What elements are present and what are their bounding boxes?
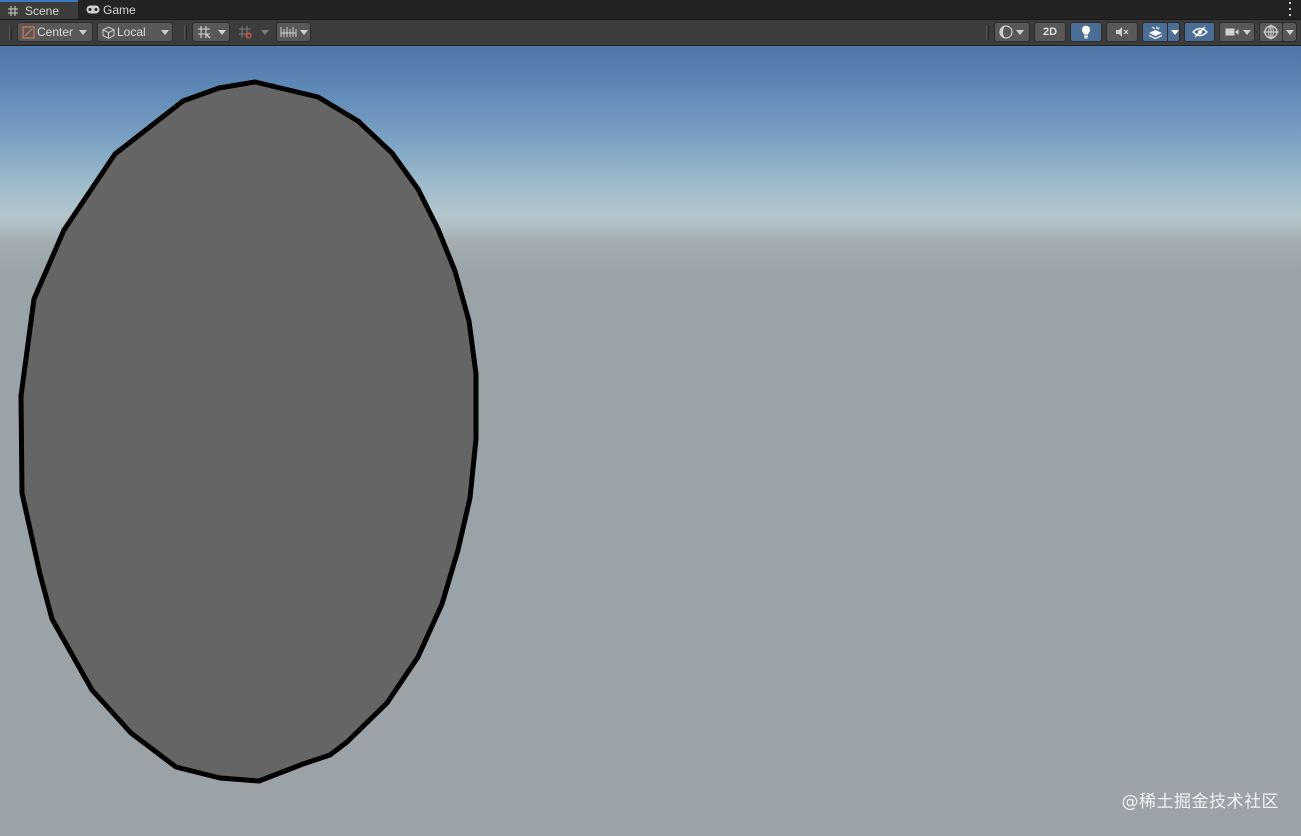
effects-dropdown[interactable] <box>1142 22 1180 42</box>
camera-icon <box>1225 27 1239 37</box>
scene-toolbar: Center Local 2D <box>0 20 1301 46</box>
more-options-icon[interactable] <box>1287 2 1293 16</box>
chevron-down-icon <box>261 29 269 35</box>
unity-scene-view: Scene Game Center Local 2D @稀土掘金技术社区 <box>0 0 1301 836</box>
pivot-mode-dropdown[interactable]: Center <box>17 22 93 42</box>
audio-toggle-button[interactable] <box>1106 22 1138 42</box>
effects-layers-icon <box>1148 26 1163 39</box>
local-cube-icon <box>102 25 115 39</box>
toolbar-grip[interactable] <box>184 25 187 40</box>
selected-disc-object[interactable] <box>0 46 1301 836</box>
grid-snap-icon <box>197 25 212 39</box>
gamepad-icon <box>86 4 100 16</box>
tab-scene-label: Scene <box>25 3 60 18</box>
pivot-center-icon <box>22 25 35 39</box>
eye-hidden-icon <box>1191 26 1208 38</box>
chevron-down-icon <box>1286 29 1294 35</box>
disc-mesh[interactable] <box>18 79 479 784</box>
chevron-down-icon <box>300 29 308 35</box>
scene-viewport[interactable]: @稀土掘金技术社区 <box>0 46 1301 836</box>
pivot-rotation-label: Local <box>117 25 146 39</box>
camera-settings-dropdown[interactable] <box>1219 22 1255 42</box>
grid-visibility-button[interactable] <box>276 22 311 42</box>
chevron-down-icon <box>1243 29 1251 35</box>
grid-icon <box>8 5 22 17</box>
tab-game-label: Game <box>103 2 136 17</box>
toolbar-grip[interactable] <box>986 25 989 40</box>
grid-snapping-button[interactable] <box>192 22 230 42</box>
gizmo-globe-icon <box>1263 24 1279 40</box>
chevron-down-icon <box>160 29 169 35</box>
tab-game[interactable]: Game <box>78 0 148 19</box>
chevron-down-icon <box>79 29 88 35</box>
gizmos-dropdown[interactable] <box>1259 22 1297 42</box>
shading-sphere-icon <box>999 25 1013 39</box>
tab-bar: Scene Game <box>0 0 1301 20</box>
increment-snap-icon <box>238 25 253 39</box>
pivot-rotation-dropdown[interactable]: Local <box>97 22 173 42</box>
speaker-muted-icon <box>1115 26 1129 38</box>
scene-visibility-button[interactable] <box>1184 22 1215 42</box>
tab-scene[interactable]: Scene <box>0 0 78 19</box>
chevron-down-icon <box>1016 29 1024 35</box>
lightbulb-icon <box>1081 25 1091 39</box>
lighting-toggle-button[interactable] <box>1070 22 1102 42</box>
toggle-2d-label: 2D <box>1042 26 1058 38</box>
toolbar-grip[interactable] <box>9 25 12 40</box>
ruler-icon <box>280 26 297 38</box>
toggle-2d-button[interactable]: 2D <box>1034 22 1066 42</box>
chevron-down-icon <box>218 29 226 35</box>
increment-snapping-button[interactable] <box>234 22 272 42</box>
draw-mode-dropdown[interactable] <box>994 22 1030 42</box>
pivot-mode-label: Center <box>37 25 74 39</box>
watermark: @稀土掘金技术社区 <box>1121 792 1279 812</box>
chevron-down-icon <box>1171 29 1179 35</box>
